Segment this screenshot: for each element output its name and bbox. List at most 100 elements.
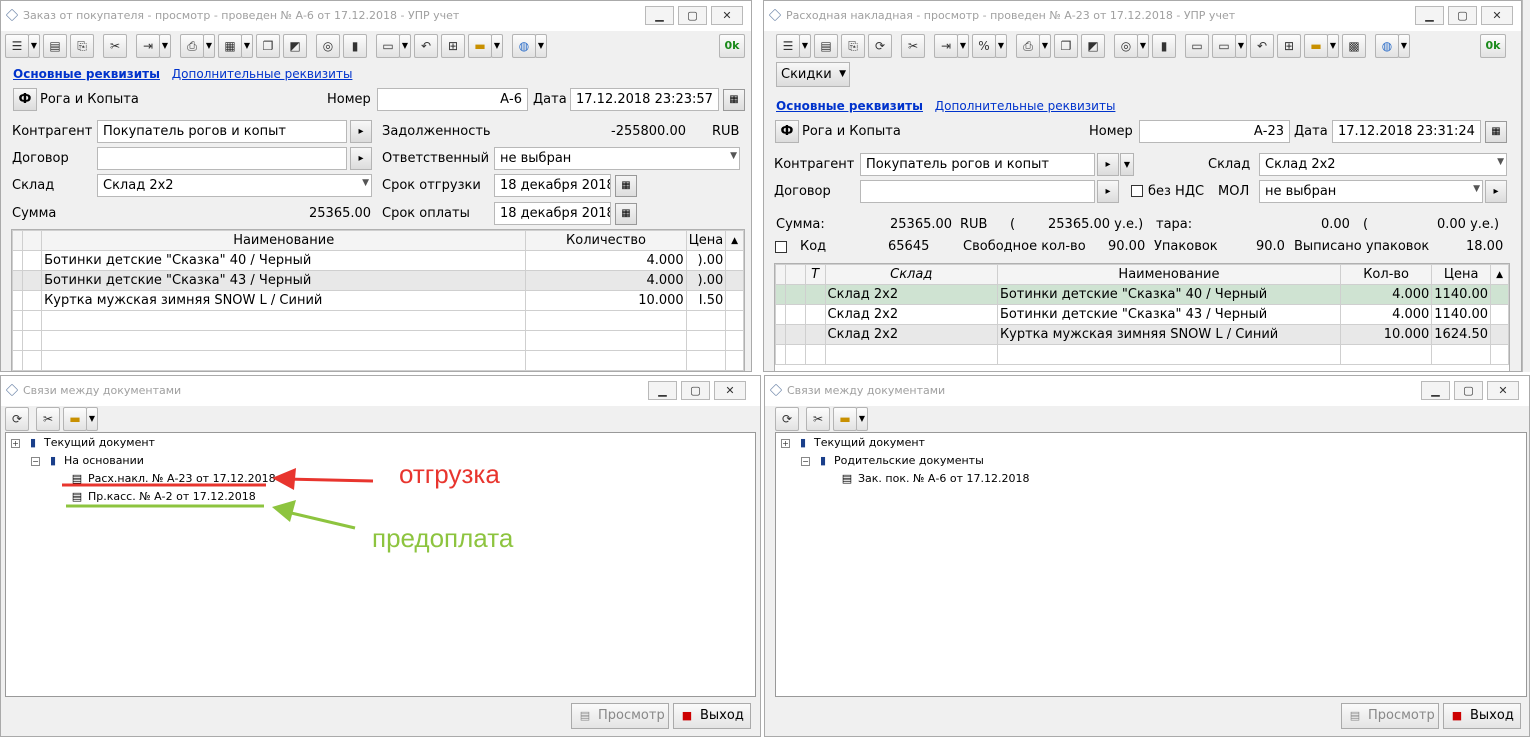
print-icon[interactable]: ⎙ xyxy=(180,34,204,58)
table-icon[interactable]: ▤ xyxy=(43,34,67,58)
col-price[interactable]: Цена xyxy=(1431,264,1492,285)
percent-icon[interactable]: % xyxy=(972,34,996,58)
table-row[interactable]: Куртка мужская зимняя SNOW L / Синий 10.… xyxy=(12,290,744,311)
network-icon[interactable]: ◍ xyxy=(512,34,536,58)
ship-date-field[interactable]: 18 декабря 2018 xyxy=(494,174,611,197)
no-vat-checkbox[interactable] xyxy=(1131,185,1143,197)
mol-select[interactable]: не выбран ▼ xyxy=(1259,180,1483,203)
calendar-icon[interactable]: ▦ xyxy=(615,203,637,225)
document-export-icon[interactable]: ⇥ xyxy=(934,34,958,58)
chevron-down-icon[interactable]: ▼ xyxy=(1039,34,1051,58)
table-icon[interactable]: ▤ xyxy=(814,34,838,58)
tree-child-cash[interactable]: ▤ Пр.касс. № А-2 от 17.12.2018 xyxy=(70,489,256,505)
copy-icon[interactable]: ⎘ xyxy=(70,34,94,58)
expand-icon[interactable]: + xyxy=(11,439,20,448)
minimize-button[interactable]: ▁ xyxy=(648,381,677,400)
chevron-down-icon[interactable]: ▼ xyxy=(1120,153,1134,176)
tree-child-order[interactable]: ▤ Зак. пок. № А-6 от 17.12.2018 xyxy=(840,471,1030,487)
coins-icon[interactable]: ◎ xyxy=(1114,34,1138,58)
chevron-down-icon[interactable]: ▼ xyxy=(86,407,98,431)
chevron-down-icon[interactable]: ▼ xyxy=(957,34,969,58)
image-icon[interactable]: ◩ xyxy=(283,34,307,58)
select-counterparty-button[interactable]: ▸ xyxy=(350,120,372,143)
chevron-down-icon[interactable]: ▼ xyxy=(995,34,1007,58)
org-button[interactable]: Ф xyxy=(775,120,799,143)
chevron-down-icon[interactable]: ▼ xyxy=(1327,34,1339,58)
chevron-down-icon[interactable]: ▼ xyxy=(399,34,411,58)
book-icon[interactable]: ▮ xyxy=(1152,34,1176,58)
select-contract-button[interactable]: ▸ xyxy=(350,147,372,170)
tree-root[interactable]: ▮ Текущий документ xyxy=(26,435,155,451)
col-name[interactable]: Наименование xyxy=(41,230,527,251)
close-button[interactable]: ✕ xyxy=(1481,6,1513,25)
undo-icon[interactable]: ↶ xyxy=(414,34,438,58)
table-row[interactable]: Склад 2х2 Куртка мужская зимняя SNOW L /… xyxy=(775,324,1509,345)
chevron-down-icon[interactable]: ▼ xyxy=(799,34,811,58)
counterparty-field[interactable]: Покупатель рогов и копыт xyxy=(97,120,347,143)
chevron-down-icon[interactable]: ▼ xyxy=(159,34,171,58)
chevron-down-icon[interactable]: ▼ xyxy=(203,34,215,58)
date-field[interactable]: 17.12.2018 23:31:24 xyxy=(1332,120,1481,143)
pay-date-field[interactable]: 18 декабря 2018 xyxy=(494,202,611,225)
col-price[interactable]: Цена xyxy=(685,230,727,251)
folder-icon[interactable]: ▭ xyxy=(1185,34,1209,58)
undo-icon[interactable]: ↶ xyxy=(1250,34,1274,58)
table-row[interactable]: Склад 2х2 Ботинки детские "Сказка" 43 / … xyxy=(775,304,1509,325)
tree-icon[interactable]: ⊞ xyxy=(1277,34,1301,58)
table-row[interactable]: Склад 2х2 Ботинки детские "Сказка" 40 / … xyxy=(775,284,1509,305)
tools-icon[interactable]: ✂ xyxy=(103,34,127,58)
tab-main-requisites[interactable]: Основные реквизиты xyxy=(13,67,160,81)
select-counterparty-button[interactable]: ▸ xyxy=(1097,153,1119,176)
number-field[interactable]: А-23 xyxy=(1139,120,1290,143)
collapse-icon[interactable]: − xyxy=(801,457,810,466)
exit-button[interactable]: ■ Выход xyxy=(673,703,751,729)
links-tree[interactable]: + ▮ Текущий документ − ▮ Родительские доку… xyxy=(775,432,1527,697)
minimize-button[interactable]: ▁ xyxy=(1421,381,1450,400)
org-button[interactable]: Ф xyxy=(13,88,37,111)
maximize-button[interactable]: ▢ xyxy=(678,6,707,25)
maximize-button[interactable]: ▢ xyxy=(681,381,710,400)
close-button[interactable]: ✕ xyxy=(711,6,743,25)
tree-group[interactable]: ▮ На основании xyxy=(46,453,144,469)
chevron-down-icon[interactable]: ▼ xyxy=(28,34,40,58)
ok-button[interactable]: 0k xyxy=(719,34,745,58)
list-icon[interactable]: ☰ xyxy=(776,34,800,58)
tree-root[interactable]: ▮ Текущий документ xyxy=(796,435,925,451)
invoice-items-grid[interactable]: Т Склад Наименование Кол-во Цена ▲ Склад… xyxy=(774,263,1510,371)
select-mol-button[interactable]: ▸ xyxy=(1485,180,1507,203)
warehouse-select[interactable]: Склад 2х2 ▼ xyxy=(1259,153,1507,176)
list-icon[interactable]: ☰ xyxy=(5,34,29,58)
chevron-down-icon[interactable]: ▼ xyxy=(856,407,868,431)
calendar-icon[interactable]: ▦ xyxy=(1485,121,1507,143)
counterparty-field[interactable]: Покупатель рогов и копыт xyxy=(860,153,1095,176)
documents-icon[interactable]: ❐ xyxy=(1054,34,1078,58)
maximize-button[interactable]: ▢ xyxy=(1454,381,1483,400)
tree-child-invoice[interactable]: ▤ Расх.накл. № А-23 от 17.12.2018 xyxy=(70,471,276,487)
tools-icon[interactable]: ✂ xyxy=(806,407,830,431)
minimize-button[interactable]: ▁ xyxy=(645,6,674,25)
view-button[interactable]: ▤ Просмотр xyxy=(571,703,669,729)
col-type[interactable]: Т xyxy=(804,264,826,285)
book-icon[interactable]: ▮ xyxy=(343,34,367,58)
refresh-icon[interactable]: ⟳ xyxy=(5,407,29,431)
briefcase-icon[interactable]: ▬ xyxy=(833,407,857,431)
responsible-select[interactable]: не выбран ▼ xyxy=(494,147,740,170)
briefcase-icon[interactable]: ▬ xyxy=(63,407,87,431)
col-name[interactable]: Наименование xyxy=(996,264,1341,285)
contract-field[interactable] xyxy=(860,180,1095,203)
date-field[interactable]: 17.12.2018 23:23:57 xyxy=(570,88,719,111)
links-tree[interactable]: + ▮ Текущий документ − ▮ На основании ▤ Рас… xyxy=(5,432,756,697)
col-warehouse[interactable]: Склад xyxy=(824,264,998,285)
table-row[interactable]: Ботинки детские "Сказка" 43 / Черный 4.0… xyxy=(12,270,744,291)
briefcase-icon[interactable]: ▬ xyxy=(1304,34,1328,58)
scroll-up-icon[interactable]: ▲ xyxy=(1490,264,1509,285)
tree-icon[interactable]: ⊞ xyxy=(441,34,465,58)
image-icon[interactable]: ◩ xyxy=(1081,34,1105,58)
scroll-up-icon[interactable]: ▲ xyxy=(725,230,744,251)
select-contract-button[interactable]: ▸ xyxy=(1097,180,1119,203)
view-button[interactable]: ▤ Просмотр xyxy=(1341,703,1439,729)
minimize-button[interactable]: ▁ xyxy=(1415,6,1444,25)
documents-icon[interactable]: ❐ xyxy=(256,34,280,58)
exit-button[interactable]: ■ Выход xyxy=(1443,703,1521,729)
chevron-down-icon[interactable]: ▼ xyxy=(1235,34,1247,58)
